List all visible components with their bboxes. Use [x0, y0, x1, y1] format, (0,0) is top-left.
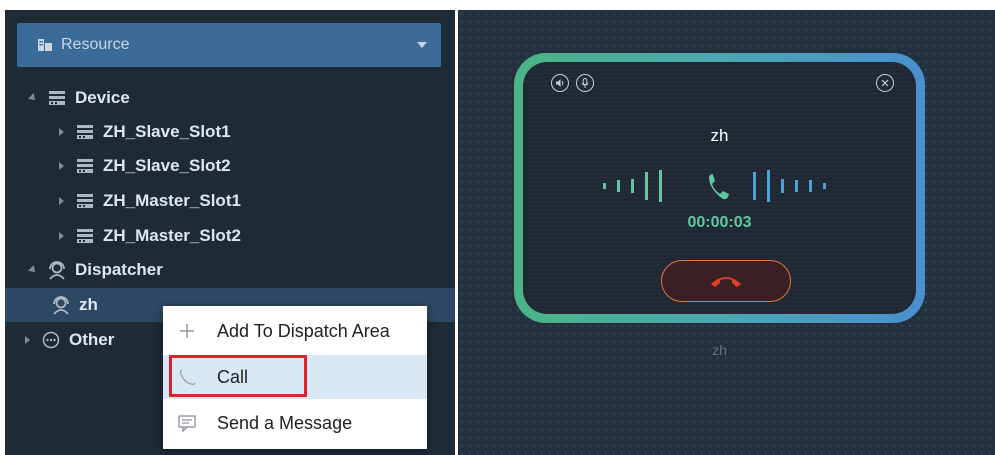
hangup-phone-icon: [711, 277, 741, 287]
audio-waveform-icon: [603, 170, 826, 202]
menu-item-label: Send a Message: [217, 412, 353, 433]
menu-item-add-to-dispatch-area[interactable]: Add To Dispatch Area: [163, 309, 427, 353]
tree-node-label: zh: [79, 295, 98, 314]
tree-node-device[interactable]: Device: [5, 81, 455, 115]
close-icon[interactable]: [876, 74, 894, 92]
call-timer: 00:00:03: [687, 214, 752, 231]
tree-node-zh-master-slot1[interactable]: ZH_Master_Slot1: [5, 184, 455, 218]
device-icon: [75, 191, 95, 211]
tree-node-label: ZH_Master_Slot2: [103, 226, 241, 245]
resource-dropdown[interactable]: Resource: [17, 23, 441, 67]
tree-node-zh-slave-slot2[interactable]: ZH_Slave_Slot2: [5, 149, 455, 183]
tree-node-label: ZH_Slave_Slot2: [103, 156, 231, 175]
tree-node-label: ZH_Slave_Slot1: [103, 122, 231, 141]
expand-arrow-icon[interactable]: [58, 162, 64, 170]
tree-node-zh-master-slot2[interactable]: ZH_Master_Slot2: [5, 219, 455, 253]
device-icon: [75, 226, 95, 246]
dispatcher-headset-icon: [47, 260, 67, 280]
device-icon: [75, 156, 95, 176]
device-icon: [47, 88, 67, 108]
expand-arrow-icon[interactable]: [28, 93, 38, 103]
expand-arrow-icon[interactable]: [28, 265, 38, 275]
chevron-down-icon: [417, 42, 427, 48]
dispatcher-headset-icon: [51, 295, 71, 315]
tree-node-dispatcher[interactable]: Dispatcher: [5, 253, 455, 287]
call-card-body: zh 00:00:03: [523, 62, 916, 314]
expand-arrow-icon[interactable]: [24, 336, 30, 344]
microphone-icon[interactable]: [576, 74, 594, 92]
resource-building-icon: [38, 39, 52, 51]
menu-item-send-message[interactable]: Send a Message: [163, 401, 427, 445]
dispatch-item-label: zh: [712, 342, 727, 358]
menu-item-call[interactable]: Call: [163, 355, 427, 399]
more-circle-icon: [41, 330, 61, 350]
tree-node-label: ZH_Master_Slot1: [103, 191, 241, 210]
speaker-icon[interactable]: [551, 74, 569, 92]
expand-arrow-icon[interactable]: [58, 197, 64, 205]
device-icon: [75, 122, 95, 142]
resource-dropdown-label: Resource: [61, 36, 130, 53]
call-card: zh 00:00:03: [514, 53, 925, 323]
hangup-button[interactable]: [661, 260, 791, 302]
tree-node-zh-slave-slot1[interactable]: ZH_Slave_Slot1: [5, 115, 455, 149]
tree-node-label: Other: [69, 330, 115, 349]
tree-node-label: Dispatcher: [75, 260, 163, 279]
menu-item-label: Call: [217, 366, 249, 387]
plus-icon: [175, 319, 199, 343]
menu-item-label: Add To Dispatch Area: [217, 320, 390, 341]
tree-node-label: Device: [75, 88, 130, 107]
caller-name: zh: [710, 126, 729, 145]
expand-arrow-icon[interactable]: [58, 232, 64, 240]
expand-arrow-icon[interactable]: [58, 128, 64, 136]
context-menu: Add To Dispatch Area Call Send a Message: [163, 306, 427, 449]
message-icon: [175, 411, 199, 435]
phone-icon: [175, 365, 199, 389]
